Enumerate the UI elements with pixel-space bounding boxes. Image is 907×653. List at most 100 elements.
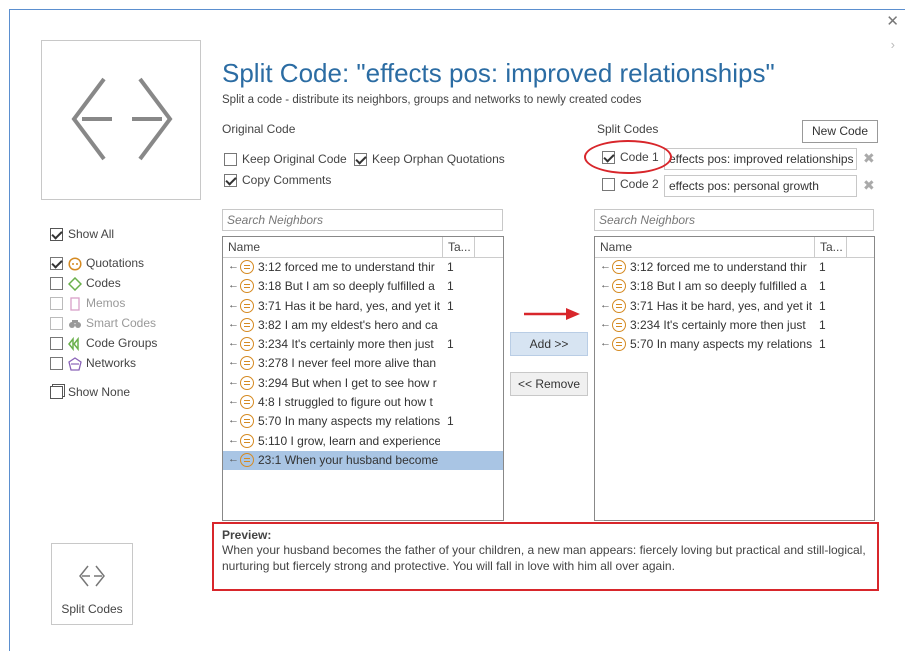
checkbox[interactable]: [354, 153, 367, 167]
link-arrow-icon: ←: [228, 375, 239, 388]
quotation-icon: [240, 356, 254, 371]
sidebar-item-networks[interactable]: Networks: [50, 356, 136, 371]
split-codes-button[interactable]: Split Codes: [51, 543, 133, 625]
delete-code-2-icon[interactable]: ✖: [863, 177, 875, 194]
column-name-header[interactable]: Name: [228, 240, 260, 254]
code-2-checkbox[interactable]: Code 2: [602, 177, 659, 192]
link-arrow-icon: ←: [228, 298, 239, 311]
link-arrow-icon: ←: [600, 298, 611, 311]
checkbox[interactable]: [50, 257, 63, 271]
list-item[interactable]: ← 4:8 I struggled to figure out how t: [223, 393, 503, 412]
sidebar-item-code-groups[interactable]: Code Groups: [50, 336, 157, 351]
preview-text: When your husband becomes the father of …: [222, 543, 866, 573]
add-button[interactable]: Add >>: [510, 332, 588, 356]
quotation-icon: [612, 260, 626, 274]
sidebar-item-label: Networks: [86, 356, 137, 370]
list-item[interactable]: ← 3:12 forced me to understand thir 1: [223, 258, 503, 277]
quotation-icon: [612, 317, 626, 332]
quotation-icon: [68, 257, 82, 271]
sidebar-item-smart-codes[interactable]: Smart Codes: [50, 316, 156, 331]
link-arrow-icon: ←: [228, 452, 239, 465]
show-none-icon: [50, 386, 63, 400]
list-item-name: 3:82 I am my eldest's hero and ca: [258, 317, 438, 332]
list-item[interactable]: ← 5:70 In many aspects my relations 1: [595, 335, 874, 354]
copy-comments-checkbox[interactable]: Copy Comments: [224, 173, 331, 188]
list-item[interactable]: ← 3:234 It's certainly more then just 1: [595, 316, 874, 335]
link-arrow-icon: ←: [600, 279, 611, 292]
list-item-name: 4:8 I struggled to figure out how t: [258, 395, 433, 410]
code-2-name-input[interactable]: effects pos: personal growth: [664, 175, 857, 197]
link-arrow-icon: ←: [228, 317, 239, 330]
checkbox[interactable]: [224, 153, 237, 167]
checkbox[interactable]: [50, 297, 63, 311]
delete-code-1-icon[interactable]: ✖: [863, 150, 875, 167]
highlight-ellipse: [584, 140, 672, 174]
keep-orphan-checkbox[interactable]: Keep Orphan Quotations: [354, 152, 505, 167]
quotation-icon: [240, 452, 254, 467]
list-item[interactable]: ← 5:70 In many aspects my relations 1: [223, 412, 503, 431]
link-arrow-icon: ←: [600, 317, 611, 330]
quotation-icon: [240, 414, 254, 429]
split-neighbors-list[interactable]: Name Ta... ← 3:12 forced me to understand…: [594, 236, 875, 521]
close-icon[interactable]: ✕: [886, 14, 899, 29]
quotation-icon: [240, 395, 254, 410]
new-code-label: New Code: [811, 124, 869, 138]
show-none-button[interactable]: Show None: [50, 385, 131, 400]
column-ta-header[interactable]: Ta...: [814, 237, 843, 257]
show-all-checkbox[interactable]: Show All: [50, 227, 114, 242]
sidebar-item-codes[interactable]: Codes: [50, 276, 121, 291]
list-item[interactable]: ← 23:1 When your husband become: [223, 450, 503, 471]
checkbox[interactable]: [50, 357, 63, 371]
link-arrow-icon: ←: [228, 433, 239, 446]
sidebar-item-quotations[interactable]: Quotations: [50, 256, 144, 271]
checkbox[interactable]: [50, 228, 63, 242]
list-item[interactable]: ← 3:18 But I am so deeply fulfilled a 1: [595, 277, 874, 296]
list-item[interactable]: ← 3:234 It's certainly more then just 1: [223, 335, 503, 354]
list-item[interactable]: ← 3:82 I am my eldest's hero and ca: [223, 316, 503, 335]
checkbox[interactable]: [224, 174, 237, 188]
list-item-count: 1: [819, 279, 826, 294]
link-arrow-icon: ←: [228, 395, 239, 408]
sidebar-item-memos[interactable]: Memos: [50, 296, 125, 311]
new-code-button[interactable]: New Code: [802, 120, 878, 143]
quotation-icon: [240, 433, 254, 448]
column-ta-header[interactable]: Ta...: [442, 237, 471, 257]
list-item[interactable]: ← 5:110 I grow, learn and experience: [223, 432, 503, 451]
quotation-icon: [612, 279, 626, 294]
list-item[interactable]: ← 3:278 I never feel more alive than: [223, 354, 503, 373]
list-item[interactable]: ← 3:71 Has it be hard, yes, and yet it 1: [223, 297, 503, 316]
column-divider: [474, 237, 475, 257]
list-item[interactable]: ← 3:18 But I am so deeply fulfilled a 1: [223, 277, 503, 296]
list-item-name: 3:12 forced me to understand thir: [258, 260, 435, 274]
list-item[interactable]: ← 3:71 Has it be hard, yes, and yet it 1: [595, 297, 874, 316]
memo-icon: [70, 297, 80, 311]
original-neighbors-list[interactable]: Name Ta... ← 3:12 forced me to understand…: [222, 236, 504, 521]
checkbox[interactable]: [50, 337, 63, 351]
show-none-label: Show None: [68, 385, 131, 399]
list-item-count: 1: [819, 260, 826, 274]
list-item-count: 1: [447, 414, 454, 429]
quotation-icon: [240, 298, 254, 313]
smart-code-icon: [69, 319, 81, 328]
remove-button[interactable]: << Remove: [510, 372, 588, 396]
right-search-input[interactable]: Search Neighbors: [594, 209, 874, 231]
code-1-name-input[interactable]: effects pos: improved relationships: [664, 148, 857, 170]
list-header: Name Ta...: [223, 237, 503, 258]
link-arrow-icon: ←: [228, 337, 239, 350]
column-name-header[interactable]: Name: [600, 240, 632, 254]
split-codes-label: Split Codes: [597, 122, 659, 136]
checkbox[interactable]: [50, 317, 63, 331]
quotation-icon: [612, 298, 626, 313]
keep-original-checkbox[interactable]: Keep Original Code: [224, 152, 347, 167]
list-item[interactable]: ← 3:294 But when I get to see how r: [223, 374, 503, 393]
checkbox[interactable]: [50, 277, 63, 291]
list-item-count: 1: [819, 337, 826, 352]
list-item-name: 3:278 I never feel more alive than: [258, 356, 437, 371]
code-icon: [68, 276, 82, 291]
link-arrow-icon: ←: [228, 414, 239, 427]
sidebar-item-label: Code Groups: [86, 336, 158, 350]
list-item-name: 3:234 It's certainly more then just: [630, 317, 806, 332]
list-item[interactable]: ← 3:12 forced me to understand thir 1: [595, 258, 874, 277]
left-search-input[interactable]: Search Neighbors: [222, 209, 503, 231]
checkbox[interactable]: [602, 178, 615, 192]
